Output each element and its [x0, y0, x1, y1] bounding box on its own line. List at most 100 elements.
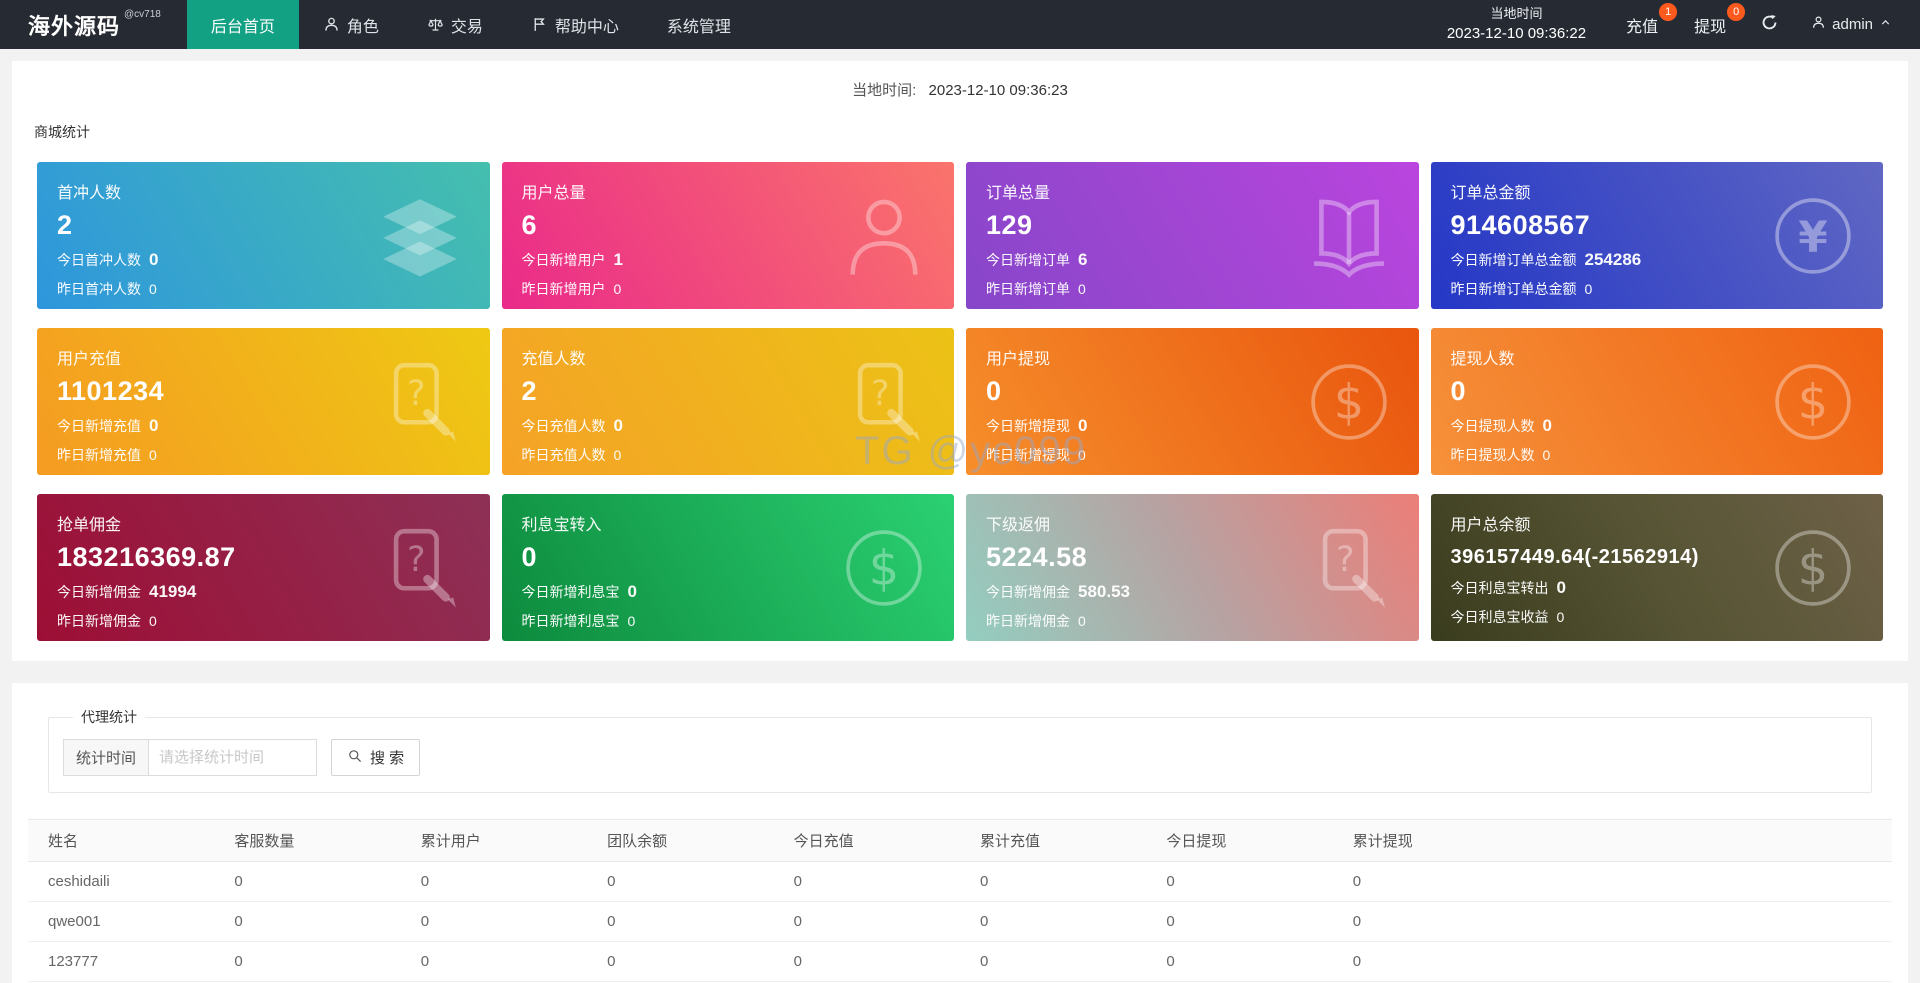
table-row: qwe001 0 0 0 0 0 0 0 — [28, 901, 1892, 942]
search-button-label: 搜 索 — [370, 750, 405, 767]
stat-card-12: 用户总余额 396157449.64(-21562914) 今日利息宝转出 0 今日利息… — [1430, 494, 1883, 641]
menu-item-label: 后台首页 — [210, 18, 275, 36]
card-line-label: 昨日新增佣金 — [57, 613, 141, 629]
column-header: 姓名 — [28, 819, 215, 862]
table-cell: 0 — [1332, 901, 1892, 942]
card-line: 昨日新增佣金 0 — [57, 611, 470, 631]
table-cell: 0 — [959, 941, 1147, 982]
card-line-value: 41994 — [149, 582, 197, 601]
card-line-value: 580.53 — [1078, 582, 1130, 601]
chevron-up-icon — [1879, 16, 1892, 33]
card-line-value: 0 — [1556, 609, 1565, 625]
table-row: ceshidaili 0 0 0 0 0 0 0 — [28, 861, 1892, 902]
card-line-value: 0 — [149, 416, 159, 435]
card-line-label: 今日新增用户 — [521, 252, 606, 268]
card-line: 昨日新增佣金 0 — [986, 611, 1399, 631]
card-line: 昨日新增提现 0 — [986, 445, 1399, 465]
date-range-input[interactable] — [149, 739, 318, 776]
scales-icon — [427, 16, 444, 33]
edit-doc-icon: ? — [1303, 522, 1395, 614]
column-header: 今日提现 — [1146, 819, 1333, 862]
main-content: 当地时间: 2023-12-10 09:36:23 商城统计 首冲人数 2 今日首冲… — [0, 61, 1920, 983]
menu-item-roles[interactable]: 角色 — [299, 0, 403, 49]
agent-legend: 代理统计 — [81, 709, 137, 725]
app-logo-suffix: @cv718 — [124, 9, 161, 20]
table-cell: 0 — [587, 941, 774, 982]
card-line-value: 0 — [627, 582, 637, 601]
stat-card-4: 订单总金额 914608567 今日新增订单总金额 254286 昨日新增订单总金额 0 ¥ — [1430, 162, 1883, 309]
card-line-label: 今日新增利息宝 — [521, 584, 620, 600]
svg-text:$: $ — [1798, 541, 1828, 596]
flag-icon — [531, 16, 548, 33]
card-line-value: 0 — [1078, 281, 1086, 297]
card-line-label: 今日新增订单总金额 — [1450, 252, 1577, 268]
card-line-label: 今日利息宝转出 — [1450, 580, 1549, 596]
card-line-value: 0 — [1542, 416, 1552, 435]
stat-card-9: 抢单佣金 183216369.87 今日新增佣金 41994 昨日新增佣金 0? — [37, 494, 490, 641]
table-cell: 0 — [214, 861, 401, 902]
table-cell: 0 — [214, 941, 401, 982]
menu-item-help[interactable]: 帮助中心 — [507, 0, 643, 49]
table-cell: 0 — [1332, 861, 1892, 902]
card-line-value: 0 — [149, 250, 159, 269]
navbar-time-value: 2023-12-10 09:36:22 — [1446, 25, 1587, 43]
refresh-button[interactable] — [1744, 13, 1795, 37]
table-cell: 0 — [587, 901, 774, 942]
stat-card-1: 首冲人数 2 今日首冲人数 0 昨日首冲人数 0 — [37, 162, 490, 309]
card-line-label: 今日新增提现 — [986, 418, 1070, 434]
card-line-value: 0 — [1078, 613, 1086, 629]
card-line-value: 0 — [1556, 578, 1566, 597]
column-header: 累计充值 — [959, 819, 1147, 862]
table-cell: 0 — [1146, 861, 1333, 902]
column-header: 今日充值 — [773, 819, 960, 862]
top-navbar: 海外源码 @cv718 后台首页 角色 交易 帮助中心 系统管理 当地时间 2023-1… — [0, 0, 1920, 49]
user-menu[interactable]: admin — [1795, 15, 1920, 34]
card-line-label: 昨日充值人数 — [521, 447, 606, 463]
menu-item-home[interactable]: 后台首页 — [186, 0, 299, 49]
edit-doc-icon: ? — [374, 356, 466, 448]
table-cell: 0 — [214, 901, 401, 942]
menu-item-system[interactable]: 系统管理 — [643, 0, 755, 49]
stat-card-5: 用户充值 1101234 今日新增充值 0 昨日新增充值 0? — [37, 328, 490, 475]
refresh-icon — [1760, 13, 1779, 37]
table-cell: 0 — [773, 901, 960, 942]
table-header-row: 姓名 客服数量 累计用户 团队余额 今日充值 累计充值 今日提现 累计提现 — [28, 819, 1892, 862]
stat-card-8: 提现人数 0 今日提现人数 0 昨日提现人数 0 $ — [1430, 328, 1883, 475]
card-line: 昨日充值人数 0 — [522, 445, 935, 465]
card-line-label: 今日新增佣金 — [986, 584, 1070, 600]
table-cell: 0 — [773, 861, 960, 902]
svg-text:$: $ — [1333, 375, 1363, 430]
card-line-label: 昨日新增提现 — [986, 447, 1070, 463]
stat-card-6: 充值人数 2 今日充值人数 0 昨日充值人数 0? — [501, 328, 954, 475]
app-logo[interactable]: 海外源码 @cv718 — [0, 0, 187, 49]
card-line-label: 昨日提现人数 — [1450, 447, 1535, 463]
recharge-button[interactable]: 充值 1 — [1608, 0, 1678, 49]
card-line-label: 今日首冲人数 — [57, 252, 141, 268]
card-line-label: 今日新增佣金 — [57, 584, 141, 600]
main-menu: 后台首页 角色 交易 帮助中心 系统管理 — [186, 0, 755, 49]
card-line: 昨日提现人数 0 — [1451, 445, 1864, 465]
withdraw-button-label: 提现 — [1694, 18, 1727, 36]
agent-panel: 代理统计 统计时间 搜 索 姓名客服数量累计用户团队余额今日充值累 — [12, 683, 1908, 983]
card-line-label: 昨日首冲人数 — [57, 281, 141, 297]
table-cell: 0 — [400, 941, 588, 982]
dollar-circle-icon: $ — [838, 522, 930, 614]
card-line: 昨日新增用户 0 — [522, 279, 935, 299]
table-cell: 123777 — [28, 941, 215, 982]
svg-text:?: ? — [407, 539, 426, 579]
card-line: 昨日首冲人数 0 — [57, 279, 470, 299]
table-cell: 0 — [400, 901, 588, 942]
date-filter-group: 统计时间 — [63, 739, 318, 776]
menu-item-label: 帮助中心 — [554, 18, 619, 36]
svg-text:?: ? — [871, 373, 890, 413]
card-line-value: 6 — [1078, 250, 1088, 269]
layers-icon — [374, 190, 466, 282]
table-cell: 0 — [1332, 941, 1892, 982]
svg-text:¥: ¥ — [1798, 212, 1827, 261]
card-line-label: 昨日新增订单总金额 — [1450, 281, 1577, 297]
agent-table: 姓名 客服数量 累计用户 团队余额 今日充值 累计充值 今日提现 累计提现 ceshidail… — [28, 819, 1892, 982]
withdraw-button[interactable]: 提现 0 — [1676, 0, 1746, 49]
menu-item-trade[interactable]: 交易 — [403, 0, 507, 49]
stat-card-3: 订单总量 129 今日新增订单 6 昨日新增订单 0 — [966, 162, 1419, 309]
search-button[interactable]: 搜 索 — [331, 739, 421, 776]
